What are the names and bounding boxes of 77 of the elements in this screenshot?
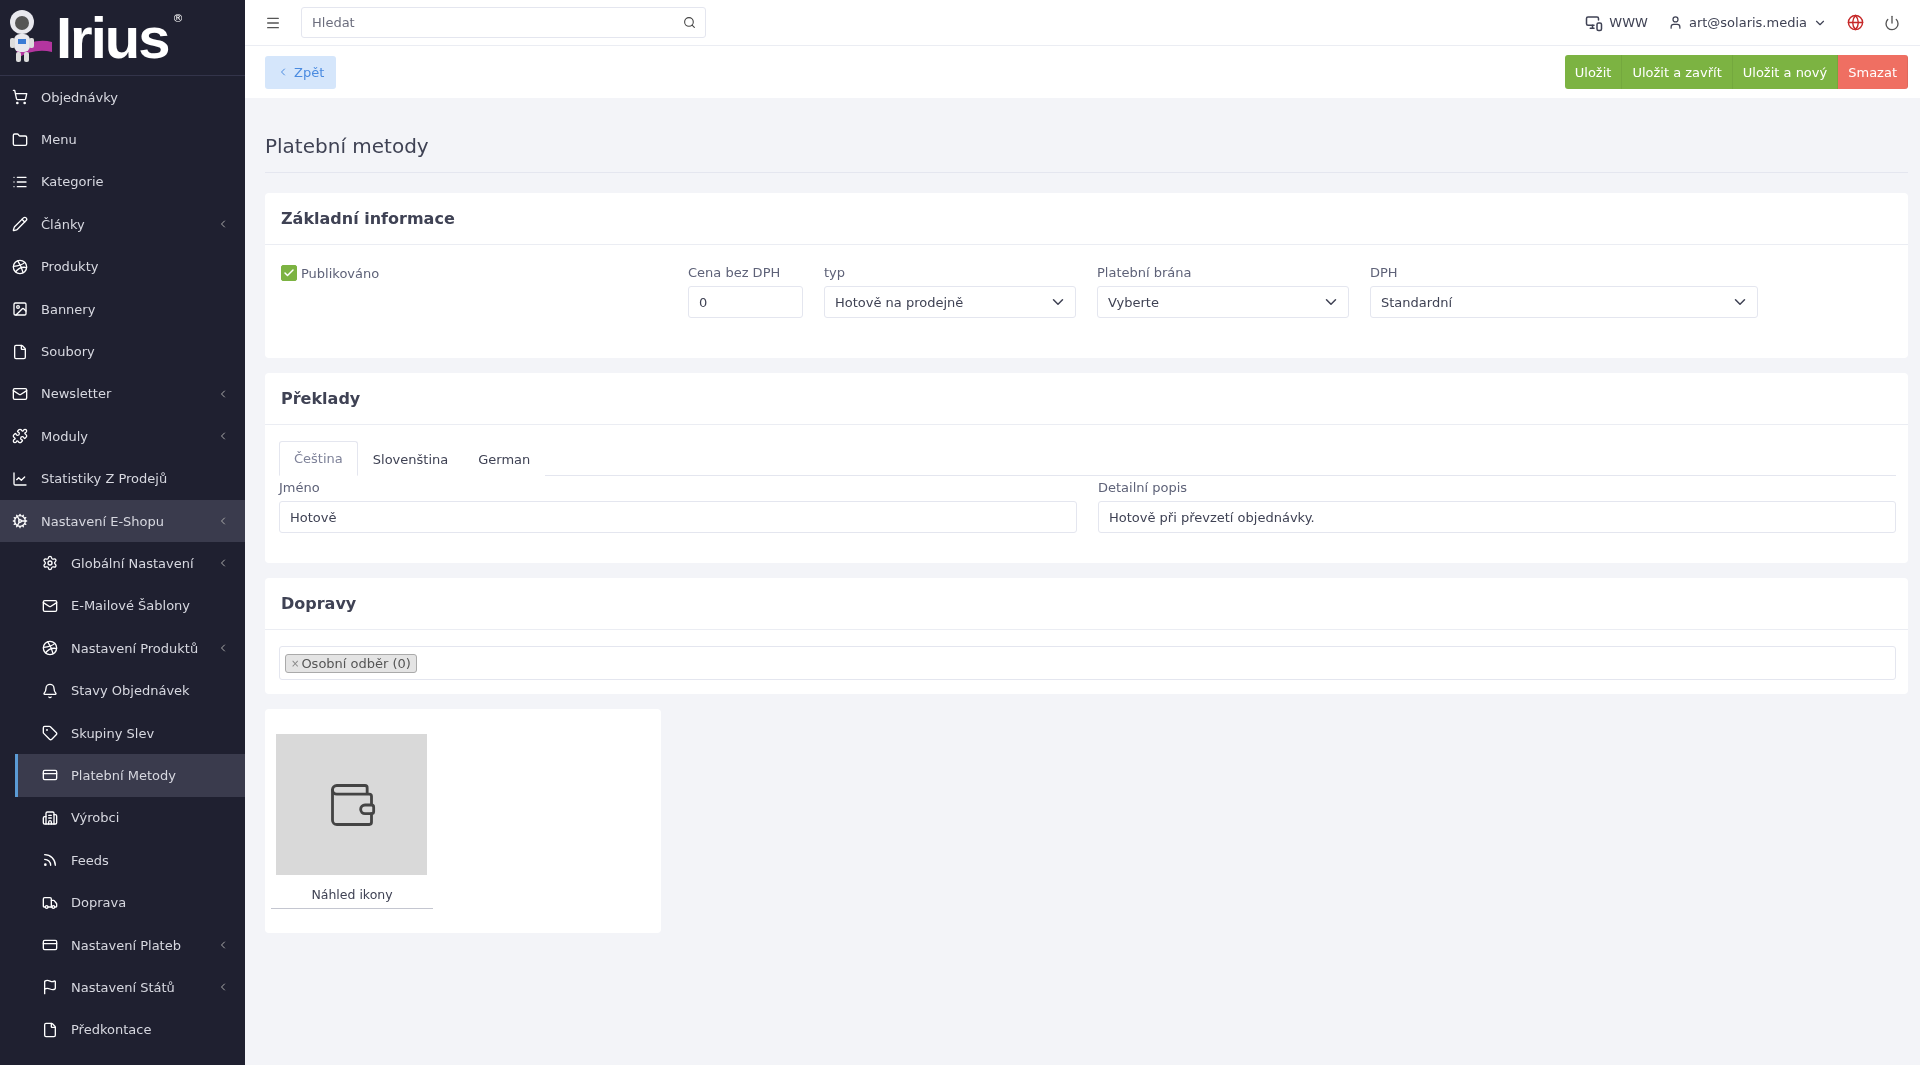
- sidebar-item[interactable]: Menu: [0, 118, 245, 161]
- registered-mark: ®: [172, 12, 184, 25]
- input-field[interactable]: Hotově při převzetí objednávky.: [1098, 501, 1896, 533]
- power-icon[interactable]: [1884, 14, 1900, 31]
- checkbox[interactable]: [281, 265, 297, 281]
- tag: ×Osobní odběr (0): [285, 653, 417, 673]
- chart-icon: [12, 470, 28, 487]
- flag-icon: [42, 979, 58, 996]
- logo-text: Irius: [56, 8, 169, 67]
- search-field[interactable]: Hledat: [301, 7, 706, 38]
- globe-icon[interactable]: [1847, 14, 1864, 31]
- sidebar-item[interactable]: Newsletter: [0, 372, 245, 416]
- select-field[interactable]: Standardní: [1370, 286, 1758, 318]
- ball-icon: [12, 258, 28, 275]
- sidebar-item[interactable]: Soubory: [0, 330, 245, 373]
- select-field[interactable]: Hotově na prodejně: [824, 286, 1076, 318]
- card-title: Dopravy: [265, 578, 1908, 630]
- folder-icon: [12, 131, 28, 148]
- sidebar-item[interactable]: Nastavení Států: [0, 966, 245, 1009]
- file-icon: [12, 343, 28, 360]
- sidebar-item[interactable]: Předkontace: [0, 1008, 245, 1051]
- monitor-icon: [1585, 13, 1604, 32]
- page-title: Platební metody: [265, 98, 1908, 173]
- sidebar-item[interactable]: Bannery: [0, 287, 245, 331]
- user-menu[interactable]: art@solaris.media: [1667, 15, 1827, 30]
- field-label: Cena bez DPH: [688, 265, 782, 280]
- sidebar-item[interactable]: Články: [0, 203, 245, 246]
- check-icon: [283, 267, 295, 279]
- file-icon: [42, 1021, 58, 1038]
- tag-icon: [42, 725, 58, 742]
- pencil-icon: [12, 216, 28, 233]
- image-icon: [12, 301, 28, 318]
- feed-icon: [42, 852, 58, 869]
- field-label: Jméno: [279, 480, 321, 495]
- puzzle-icon: [12, 428, 28, 445]
- input-field[interactable]: 0: [688, 286, 803, 318]
- sidebar-item[interactable]: Nastavení Produktů: [0, 627, 245, 670]
- tag-field[interactable]: ×Osobní odběr (0): [279, 646, 1896, 680]
- gear-icon: [42, 555, 58, 572]
- sidebar-item[interactable]: Doprava: [0, 881, 245, 924]
- language-tab[interactable]: Čeština: [279, 441, 358, 476]
- www-link[interactable]: WWW: [1585, 13, 1648, 32]
- bell-icon: [42, 682, 58, 699]
- card-title: Překlady: [265, 373, 1908, 425]
- user-icon: [1667, 15, 1683, 30]
- image-caption: Náhled ikony: [271, 887, 433, 909]
- sidebar-item[interactable]: E-Mailové Šablony: [0, 584, 245, 628]
- sidebar-item[interactable]: Statistiky Z Prodejů: [0, 457, 245, 500]
- sidebar-item[interactable]: Objednávky: [0, 76, 245, 119]
- truck-icon: [42, 894, 58, 911]
- sidebar-item[interactable]: Globální Nastavení: [0, 542, 245, 585]
- search-icon: [683, 16, 696, 29]
- envelope-icon: [12, 385, 28, 402]
- sidebar-item[interactable]: Stavy Objednávek: [0, 669, 245, 712]
- input-field[interactable]: Hotově: [279, 501, 1077, 533]
- select-field[interactable]: Vyberte: [1097, 286, 1349, 318]
- sidebar-item[interactable]: Nastavení Plateb: [0, 923, 245, 967]
- field-label: DPH: [1370, 265, 1399, 280]
- building-icon: [42, 809, 58, 826]
- sidebar-item[interactable]: Feeds: [0, 839, 245, 882]
- gears-icon: [12, 513, 28, 530]
- checkbox-label: Publikováno: [301, 265, 380, 281]
- sidebar-item[interactable]: Kategorie: [0, 160, 245, 204]
- envelope-icon: [42, 597, 58, 614]
- card-icon: [42, 937, 58, 953]
- field-label: typ: [824, 265, 847, 280]
- sidebar-item[interactable]: Platební Metody: [15, 754, 245, 797]
- sidebar-item[interactable]: Produkty: [0, 245, 245, 288]
- field-label: Platební brána: [1097, 265, 1193, 280]
- cart-icon: [12, 89, 28, 106]
- sidebar-item[interactable]: Moduly: [0, 415, 245, 458]
- sidebar-item[interactable]: Nastavení E-Shopu: [0, 499, 245, 543]
- sidebar-item[interactable]: Skupiny Slev: [0, 711, 245, 755]
- card-title: Základní informace: [265, 193, 1908, 245]
- field-label: Detailní popis: [1098, 480, 1189, 495]
- sidebar-item[interactable]: Výrobci: [0, 796, 245, 840]
- ball-icon: [42, 640, 58, 657]
